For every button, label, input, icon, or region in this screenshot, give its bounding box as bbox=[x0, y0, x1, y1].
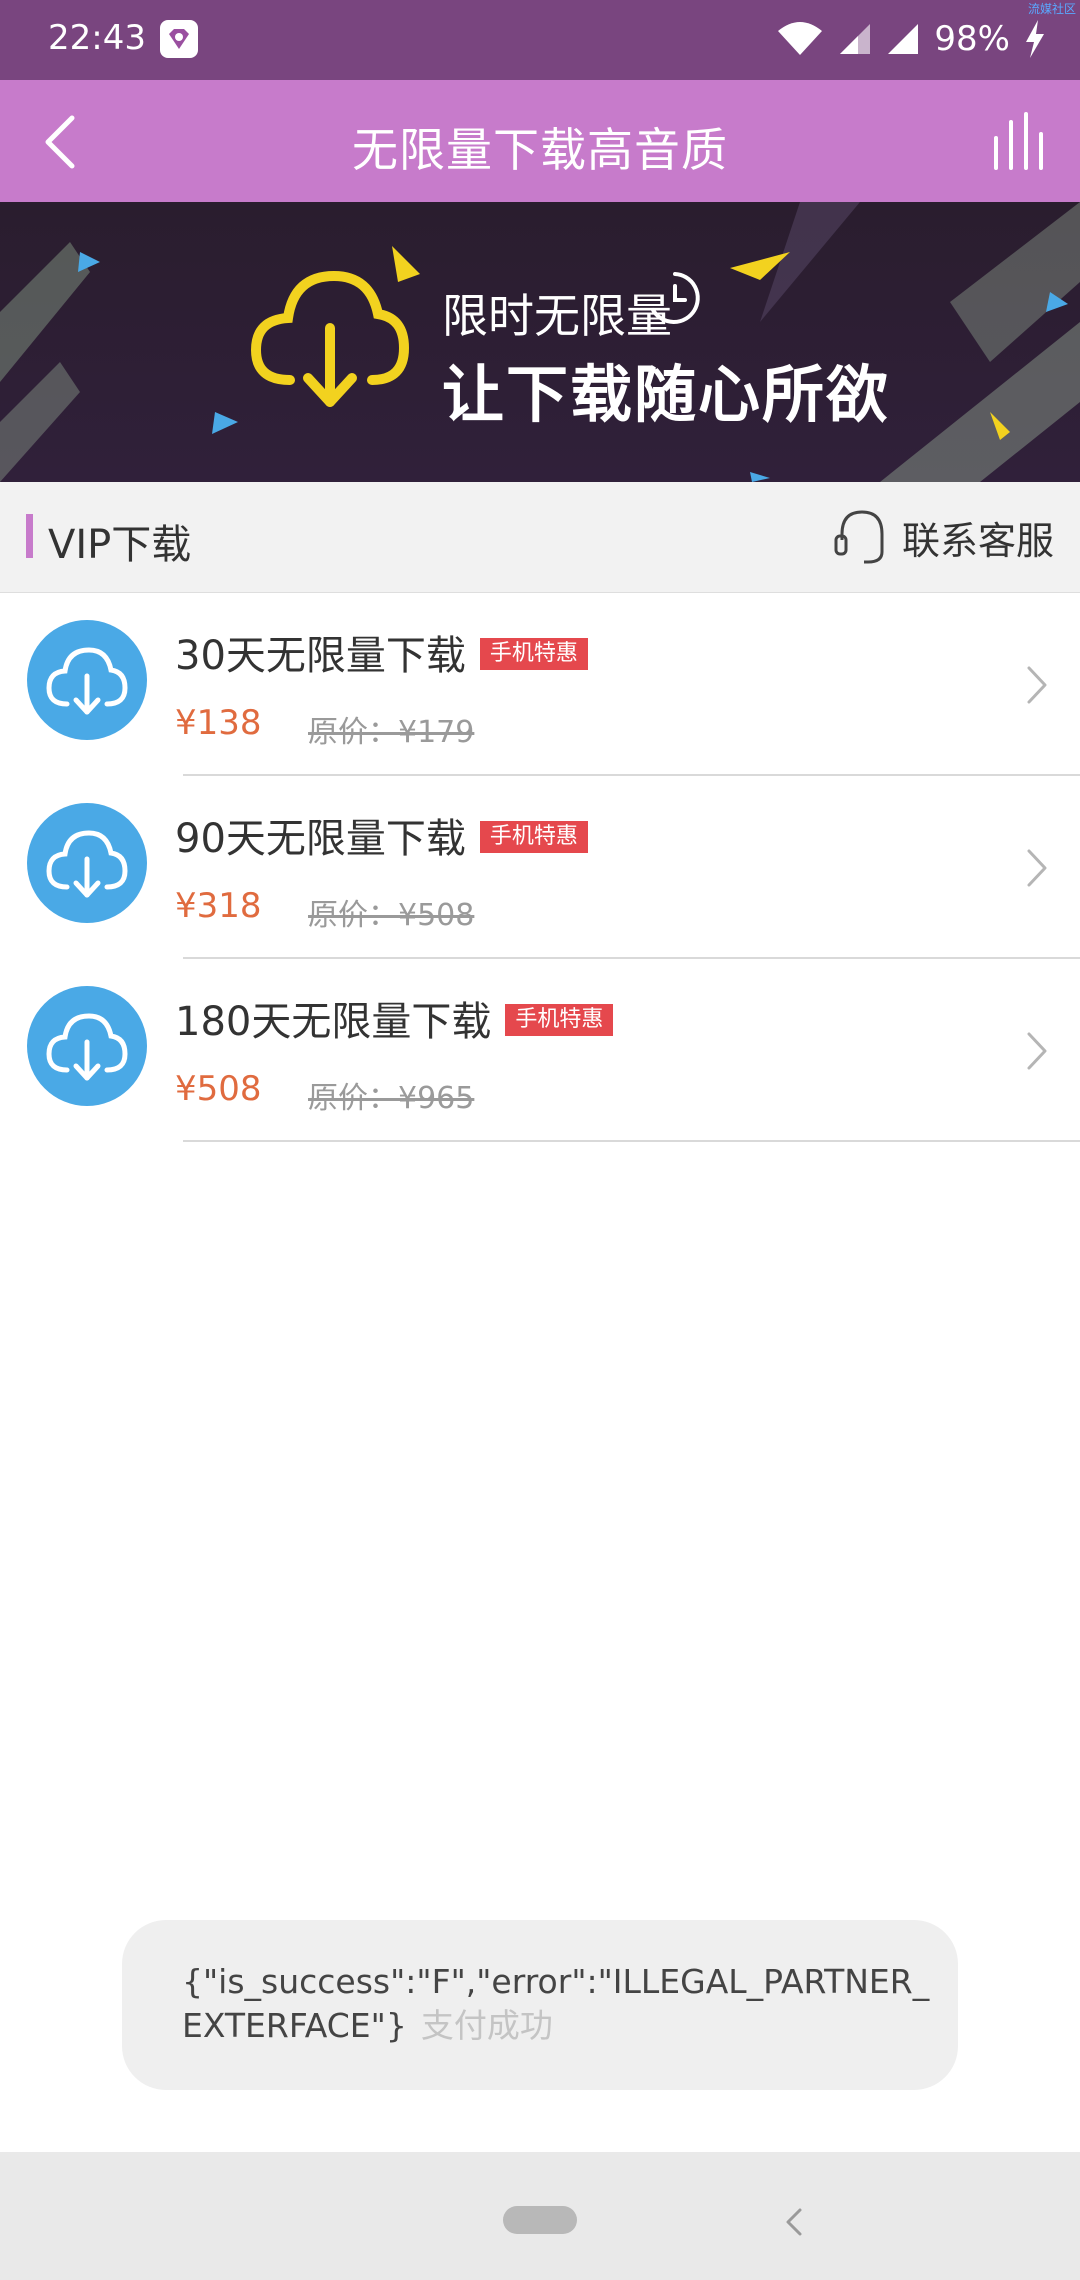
page-title: 无限量下载高音质 bbox=[352, 123, 728, 177]
wifi-icon bbox=[778, 22, 823, 55]
battery-percent: 98% bbox=[934, 19, 1010, 59]
clock-icon bbox=[651, 272, 700, 324]
promo-banner[interactable]: 限时无限量 让下载随心所欲 bbox=[0, 202, 1080, 482]
status-indicators: 98% bbox=[776, 16, 1046, 62]
toast-ghost-text: 支付成功 bbox=[420, 2006, 553, 2045]
banner-subheadline: 让下载随心所欲 bbox=[442, 358, 891, 431]
status-bar: 22:43 98% 流媒社区 bbox=[0, 0, 1080, 80]
plan-title-text: 30天无限量下载 bbox=[175, 633, 466, 679]
banner-headline: 限时无限量 bbox=[442, 289, 672, 343]
chevron-right-icon bbox=[1027, 1032, 1047, 1070]
promo-badge: 手机特惠 bbox=[479, 821, 588, 853]
plan-title-text: 180天无限量下载 bbox=[175, 999, 492, 1045]
plan-list: 30天无限量下载 手机特惠 ¥138 原价：¥179 90天无限量下载 手机特惠 ¥… bbox=[0, 593, 1080, 1142]
toast-message: {"is_success":"F","error":"ILLEGAL_PARTN… bbox=[122, 1920, 958, 2090]
cloud-download-icon bbox=[250, 270, 410, 407]
toast-error-text: {"is_success":"F","error":"ILLEGAL_PARTN… bbox=[182, 1962, 930, 2045]
nav-back-icon[interactable] bbox=[782, 2204, 806, 2240]
plan-price: ¥508 bbox=[175, 1069, 262, 1109]
plan-item-180-days[interactable]: 180天无限量下载 手机特惠 ¥508 原价：¥965 bbox=[0, 959, 1080, 1142]
app-bar: 无限量下载高音质 bbox=[0, 80, 1080, 202]
plan-original-price: 原价：¥179 bbox=[308, 715, 475, 750]
cloud-download-icon bbox=[27, 620, 147, 740]
home-button[interactable] bbox=[503, 2206, 577, 2234]
cloud-download-icon bbox=[27, 803, 147, 923]
equalizer-bars-icon bbox=[994, 112, 1043, 170]
status-time: 22:43 bbox=[48, 18, 146, 58]
plan-original-price: 原价：¥508 bbox=[308, 898, 475, 933]
chevron-right-icon bbox=[1027, 666, 1047, 704]
charging-icon bbox=[1026, 20, 1044, 58]
plan-title: 90天无限量下载 手机特惠 bbox=[175, 806, 588, 864]
signal-icon bbox=[888, 24, 919, 54]
section-title: VIP下载 bbox=[48, 522, 192, 568]
divider bbox=[183, 1140, 1080, 1142]
plan-price: ¥138 bbox=[175, 703, 262, 743]
toast-text: {"is_success":"F","error":"ILLEGAL_PARTN… bbox=[182, 1960, 942, 2048]
contact-service-button[interactable]: 联系客服 bbox=[832, 502, 1054, 572]
chevron-right-icon bbox=[1027, 849, 1047, 887]
plan-original-price: 原价：¥965 bbox=[308, 1081, 475, 1116]
section-header: VIP下载 联系客服 bbox=[0, 482, 1080, 593]
plan-title: 180天无限量下载 手机特惠 bbox=[175, 989, 614, 1047]
promo-badge: 手机特惠 bbox=[479, 638, 588, 670]
plan-price: ¥318 bbox=[175, 886, 262, 926]
system-nav-bar bbox=[0, 2152, 1080, 2280]
cloud-download-icon bbox=[27, 986, 147, 1106]
section-accent-bar bbox=[26, 514, 33, 558]
headset-icon bbox=[834, 510, 884, 564]
plan-title: 30天无限量下载 手机特惠 bbox=[175, 623, 588, 681]
watermark-text: 流媒社区 bbox=[1027, 2, 1076, 16]
signal-icon bbox=[840, 24, 871, 54]
contact-service-label: 联系客服 bbox=[901, 518, 1054, 563]
plan-item-90-days[interactable]: 90天无限量下载 手机特惠 ¥318 原价：¥508 bbox=[0, 776, 1080, 959]
plan-item-30-days[interactable]: 30天无限量下载 手机特惠 ¥138 原价：¥179 bbox=[0, 593, 1080, 776]
plan-title-text: 90天无限量下载 bbox=[175, 816, 466, 862]
promo-badge: 手机特惠 bbox=[505, 1004, 614, 1036]
equalizer-button[interactable] bbox=[986, 108, 1056, 174]
app-notification-icon bbox=[160, 20, 198, 58]
